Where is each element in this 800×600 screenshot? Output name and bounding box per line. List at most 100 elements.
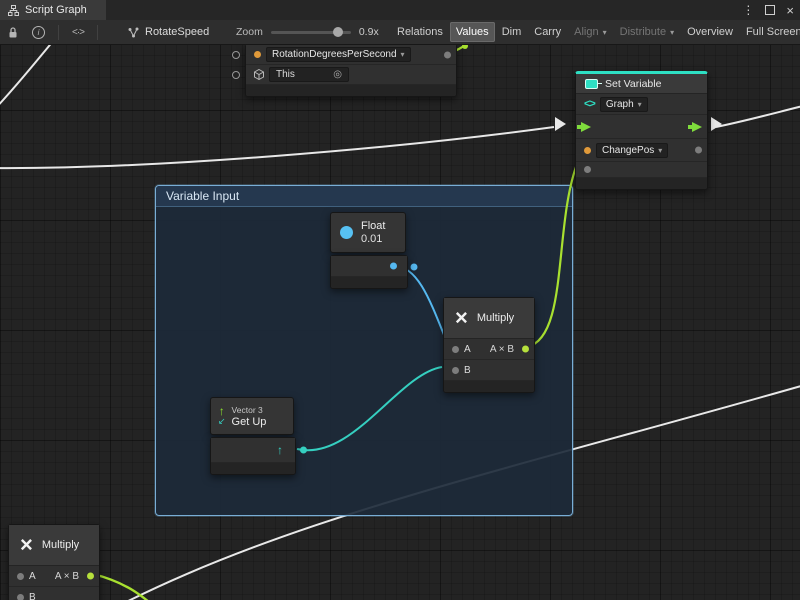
variable-value-port[interactable] xyxy=(254,51,261,58)
flow-row xyxy=(576,115,707,139)
vector-output-port[interactable] xyxy=(300,447,307,454)
float-value[interactable]: 0.01 xyxy=(361,233,385,246)
target-picker-icon[interactable]: ◎ xyxy=(333,69,342,80)
variable-name-dropdown[interactable]: ChangePos ▾ xyxy=(596,143,668,158)
maximize-icon[interactable] xyxy=(765,5,775,15)
zoom-slider-knob[interactable] xyxy=(333,27,343,37)
tab-script-graph[interactable]: Script Graph xyxy=(0,0,106,20)
align-button[interactable]: Align▾ xyxy=(568,22,612,42)
row-b: B xyxy=(9,587,99,600)
variable-name: ChangePos xyxy=(602,145,654,156)
vector3-get-up-port-body[interactable]: ↑ xyxy=(210,437,296,475)
target-row: This ◎ xyxy=(246,65,456,85)
chevron-down-icon: ▾ xyxy=(638,99,642,110)
output-port[interactable] xyxy=(87,573,94,580)
variable-name-dropdown[interactable]: RotationDegreesPerSecond ▾ xyxy=(266,47,411,62)
node-header: × Multiply xyxy=(9,525,99,566)
distribute-button[interactable]: Distribute▾ xyxy=(614,22,680,42)
graph-name: RotateSpeed xyxy=(145,26,209,38)
unity-script-graph-window: Variable Input RotationDegreesPerSecond … xyxy=(0,0,800,600)
chevron-down-icon: ▾ xyxy=(603,28,607,37)
dim-button[interactable]: Dim xyxy=(496,22,528,42)
row-a: A A × B xyxy=(9,566,99,587)
up-vector-icon: ↑ xyxy=(277,443,283,457)
zoom-value: 0.9x xyxy=(359,26,379,38)
chevron-down-icon: ▾ xyxy=(658,145,662,156)
output-label: A × B xyxy=(490,344,514,355)
zoom-control: Zoom 0.9x xyxy=(236,20,379,44)
multiply-node-bottom[interactable]: × Multiply A A × B B xyxy=(8,524,100,600)
vector3-icon: ↑ ↙ xyxy=(218,406,226,426)
float-output-port[interactable] xyxy=(390,263,397,270)
toolbar-divider xyxy=(58,25,59,40)
flow-continuation-arrow-right xyxy=(711,117,722,131)
group-header[interactable]: Variable Input xyxy=(156,186,572,207)
wire-white-out-of-set-variable xyxy=(716,103,800,127)
flow-output-arrow-icon[interactable] xyxy=(692,122,702,132)
target-field[interactable]: This ◎ xyxy=(269,67,349,82)
wire-lime-bottom-multiply-out xyxy=(93,574,168,600)
input-a-label: A xyxy=(464,344,471,355)
multiply-node[interactable]: × Multiply A A × B B xyxy=(443,297,535,393)
toolbar-left-group: i <·> xyxy=(7,20,98,44)
node-footer xyxy=(576,178,707,189)
node-footer xyxy=(444,381,534,392)
node-title: Float xyxy=(361,220,385,233)
zoom-slider[interactable] xyxy=(271,31,351,34)
full-screen-button[interactable]: Full Screen xyxy=(740,22,800,42)
output-row xyxy=(331,256,407,277)
output-label: A × B xyxy=(55,571,79,582)
edit-graph-icon[interactable]: <·> xyxy=(72,27,84,38)
flow-continuation-arrow-left xyxy=(555,117,566,131)
vector3-get-up-node[interactable]: ↑ ↙ Vector 3 Get Up xyxy=(210,397,294,435)
close-icon[interactable]: × xyxy=(786,4,794,17)
window-menu-icon[interactable]: ⋮ xyxy=(742,3,754,17)
info-icon[interactable]: i xyxy=(32,26,45,39)
variable-name-port[interactable] xyxy=(584,147,591,154)
wire-white-top-left xyxy=(0,40,54,112)
float-literal-node[interactable]: Float 0.01 xyxy=(330,212,406,253)
input-b-label: B xyxy=(29,592,36,600)
variable-name: RotationDegreesPerSecond xyxy=(272,49,397,60)
unconnected-input-port[interactable] xyxy=(232,51,240,59)
values-button[interactable]: Values xyxy=(450,22,495,42)
multiply-icon: × xyxy=(455,307,468,329)
scope-dropdown[interactable]: Graph ▾ xyxy=(600,97,648,112)
node-title: Multiply xyxy=(42,539,79,551)
scope-row: <> Graph ▾ xyxy=(576,94,707,115)
float-literal-port-body[interactable] xyxy=(330,255,408,289)
input-b-label: B xyxy=(464,365,471,376)
target-label: This xyxy=(276,69,295,80)
chevron-down-icon: ▾ xyxy=(670,28,674,37)
input-b-port[interactable] xyxy=(17,594,24,600)
carry-button[interactable]: Carry xyxy=(528,22,567,42)
zoom-label: Zoom xyxy=(236,26,263,38)
cube-icon xyxy=(254,69,264,80)
node-title: Get Up xyxy=(232,416,267,428)
output-port[interactable] xyxy=(444,51,451,58)
overview-button[interactable]: Overview xyxy=(681,22,739,42)
flow-input-arrow-icon[interactable] xyxy=(581,122,591,132)
graph-toolbar: i <·> RotateSpeed Zoom 0.9x Relations Va… xyxy=(0,20,800,45)
lock-icon[interactable] xyxy=(7,26,19,39)
node-header: Set Variable xyxy=(576,74,707,94)
input-b-port[interactable] xyxy=(452,367,459,374)
graph-icon xyxy=(8,5,19,16)
chevron-down-icon: ▾ xyxy=(401,49,405,60)
graph-breadcrumb[interactable]: RotateSpeed xyxy=(128,20,209,44)
relations-button[interactable]: Relations xyxy=(391,22,449,42)
input-a-port[interactable] xyxy=(452,346,459,353)
value-input-port[interactable] xyxy=(584,166,591,173)
input-a-port[interactable] xyxy=(17,573,24,580)
output-row: ↑ xyxy=(211,438,295,463)
output-port[interactable] xyxy=(695,147,702,154)
get-variable-node[interactable]: RotationDegreesPerSecond ▾ This ◎ xyxy=(245,44,457,97)
window-controls: ⋮ × xyxy=(742,0,794,20)
row-a: A A × B xyxy=(444,339,534,360)
output-port[interactable] xyxy=(522,346,529,353)
value-input-row xyxy=(576,162,707,178)
node-footer xyxy=(211,463,295,474)
unconnected-input-port[interactable] xyxy=(232,71,240,79)
variable-chip-icon xyxy=(585,79,598,89)
set-variable-node[interactable]: Set Variable <> Graph ▾ ChangePos ▾ xyxy=(575,71,708,190)
